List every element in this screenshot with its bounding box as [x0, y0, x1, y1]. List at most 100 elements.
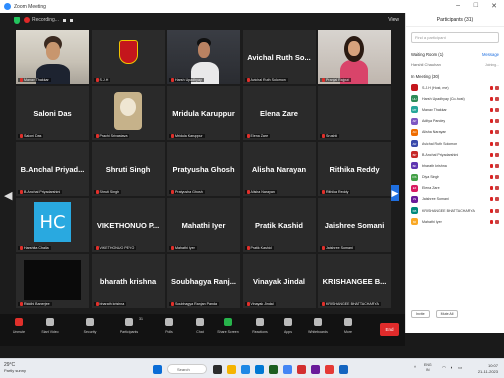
participant-row[interactable]: AR Avichal Ruth Solomon: [406, 138, 504, 149]
video-tile[interactable]: Riddhi Banerjee: [16, 254, 89, 308]
weather-widget[interactable]: 29°C Partly sunny: [4, 362, 26, 374]
video-tile[interactable]: Harsh Upadhyay: [167, 30, 240, 84]
avatar: [411, 84, 418, 92]
in-meeting-header[interactable]: In Meeting (30): [406, 70, 504, 82]
waiting-participant-row[interactable]: Harshil Chauhan Joining...: [406, 59, 504, 70]
muted-mic-icon: [490, 130, 493, 135]
tile-name-label: Mahathi Iyer: [169, 246, 197, 250]
participant-row[interactable]: HU Harsh Upadhyay (Co-host): [406, 93, 504, 104]
video-tile[interactable]: Soubhagya Ranj... Soubhagya Ranjan Panda: [167, 254, 240, 308]
video-tile[interactable]: Saloni Das Saloni Das: [16, 86, 89, 140]
participant-row[interactable]: S.J.H (Host, me): [406, 82, 504, 93]
close-button[interactable]: ✕: [491, 2, 497, 10]
invite-button[interactable]: Invite: [411, 310, 430, 318]
zoom-app-icon[interactable]: [241, 365, 250, 374]
tile-name-text: Saloni Das: [24, 134, 42, 138]
taskbar-search[interactable]: Search: [167, 364, 207, 374]
participant-row[interactable]: DS Diya Singh: [406, 172, 504, 183]
participant-row[interactable]: BK bharath krishna: [406, 160, 504, 171]
video-tile[interactable]: Vinayak Jindal Vinayak Jindal: [242, 254, 316, 308]
waiting-room-message-link[interactable]: Message: [482, 52, 499, 57]
start-menu-icon[interactable]: [153, 365, 162, 374]
waiting-room-label[interactable]: Waiting Room (1): [411, 52, 443, 57]
video-off-icon: [495, 119, 499, 124]
stop-recording-icon[interactable]: [69, 18, 73, 22]
toolbar-polls-button[interactable]: Polls: [154, 314, 184, 334]
toolbar-unmute-mic-button[interactable]: Unmute: [4, 314, 34, 334]
participant-row[interactable]: JS Jaishree Somani: [406, 194, 504, 205]
avatar: HU: [411, 95, 418, 103]
muted-mic-icon: [95, 78, 99, 82]
tile-name-text: Vinayak Jindal: [250, 302, 274, 306]
volume-icon[interactable]: ◖: [450, 365, 453, 370]
participant-search-input[interactable]: Find a participant: [411, 32, 499, 43]
video-tile[interactable]: Pratyusha Ghosh Pratyusha Ghosh: [167, 142, 240, 196]
video-tile[interactable]: HC Harshita Chalia: [16, 198, 89, 252]
toolbar-more-button[interactable]: More: [333, 314, 363, 334]
prev-page-button[interactable]: ◀: [4, 189, 12, 202]
participant-row[interactable]: EZ Elena Zare: [406, 183, 504, 194]
toolbar-share-screen-button[interactable]: Share Screen: [213, 314, 243, 334]
video-tile[interactable]: B.Anchal Priyad... B.Anchal Priyadarshini: [16, 142, 89, 196]
end-meeting-button[interactable]: End: [380, 323, 399, 336]
video-tile[interactable]: Shruti Singh Shruti Singh: [91, 142, 165, 196]
acrobat-icon[interactable]: [297, 365, 306, 374]
wifi-icon[interactable]: ◠: [442, 365, 446, 371]
pause-recording-icon[interactable]: [62, 18, 66, 22]
video-tile[interactable]: Srushti: [318, 86, 391, 140]
teams-icon[interactable]: [311, 365, 320, 374]
app-red-icon[interactable]: [325, 365, 334, 374]
next-page-button[interactable]: ▶: [391, 185, 399, 201]
battery-icon[interactable]: ▭: [458, 365, 462, 371]
participant-row[interactable]: KB KRISHANGEE BHATTACHARYA: [406, 205, 504, 216]
video-tile[interactable]: KRISHANGEE B... KRISHANGEE BHATTACHARYA: [318, 254, 391, 308]
video-tile[interactable]: VIKETHONUO P... VIKETHONUO PEYO: [91, 198, 165, 252]
toolbar-start-video-button[interactable]: Start Video: [35, 314, 65, 334]
video-tile[interactable]: S.J.H: [91, 30, 165, 84]
meeting-toolbar: End Unmute Start Video Security Participant…: [0, 314, 405, 346]
video-tile[interactable]: Mridula Karuppur Mridula Karuppur: [167, 86, 240, 140]
tray-chevron-icon[interactable]: ^: [414, 365, 416, 370]
toolbar-whiteboards-button[interactable]: Whiteboards: [303, 314, 333, 334]
toolbar-apps-button[interactable]: Apps: [273, 314, 303, 334]
video-tile[interactable]: Alisha Narayan Alisha Narayan: [242, 142, 316, 196]
edge-icon[interactable]: [255, 365, 264, 374]
file-explorer-icon[interactable]: [227, 365, 236, 374]
participant-row[interactable]: BP B.Anchal Priyadarshini: [406, 149, 504, 160]
video-tile[interactable]: Prachi Srivastava: [91, 86, 165, 140]
video-tile[interactable]: Jaishree Somani Jaishree Somani: [318, 198, 391, 252]
video-tile[interactable]: Manav Thakkar: [16, 30, 89, 84]
excel-icon[interactable]: [269, 365, 278, 374]
muted-mic-icon: [171, 134, 174, 138]
maximize-button[interactable]: □: [474, 2, 478, 9]
participant-row[interactable]: MI Mahathi Iyer: [406, 216, 504, 227]
word-icon[interactable]: [339, 365, 348, 374]
encryption-shield-icon[interactable]: [14, 16, 20, 24]
tile-name-text: Shruti Singh: [99, 190, 120, 194]
minimize-button[interactable]: –: [456, 2, 460, 9]
mute-all-button[interactable]: Mute All: [435, 310, 459, 318]
video-tile[interactable]: Pranjal Rajput: [318, 30, 391, 84]
toolbar-chat-button[interactable]: Chat: [185, 314, 215, 334]
participant-row[interactable]: MT Manav Thakkar: [406, 104, 504, 115]
video-tile[interactable]: Avichal Ruth So... Avichal Ruth Solomon: [242, 30, 316, 84]
view-button[interactable]: View: [388, 17, 399, 23]
toolbar-reactions-button[interactable]: Reactions: [245, 314, 275, 334]
tile-name-text: Alisha Narayan: [250, 190, 275, 194]
video-tile[interactable]: Mahathi Iyer Mahathi Iyer: [167, 198, 240, 252]
language-indicator[interactable]: ENG IN: [424, 363, 432, 373]
muted-mic-icon: [490, 208, 493, 213]
video-tile[interactable]: bharath krishna bharath krishna: [91, 254, 165, 308]
video-tile[interactable]: Elena Zare Elena Zare: [242, 86, 316, 140]
video-tile[interactable]: Pratik Kashid Pratik Kashid: [242, 198, 316, 252]
profile-picture: [91, 30, 165, 84]
participant-row[interactable]: AN Alisha Narayan: [406, 127, 504, 138]
clock-date: 21-11-2023: [477, 369, 498, 374]
muted-mic-icon: [490, 186, 493, 191]
clock[interactable]: 10:07 21-11-2023: [478, 363, 498, 375]
task-view-icon[interactable]: [213, 365, 222, 374]
toolbar-security-button[interactable]: Security: [75, 314, 105, 334]
chrome-icon[interactable]: [283, 365, 292, 374]
participant-row[interactable]: AP Aditya Pandey: [406, 116, 504, 127]
video-tile[interactable]: Rithika Reddy Rithika Reddy: [318, 142, 391, 196]
